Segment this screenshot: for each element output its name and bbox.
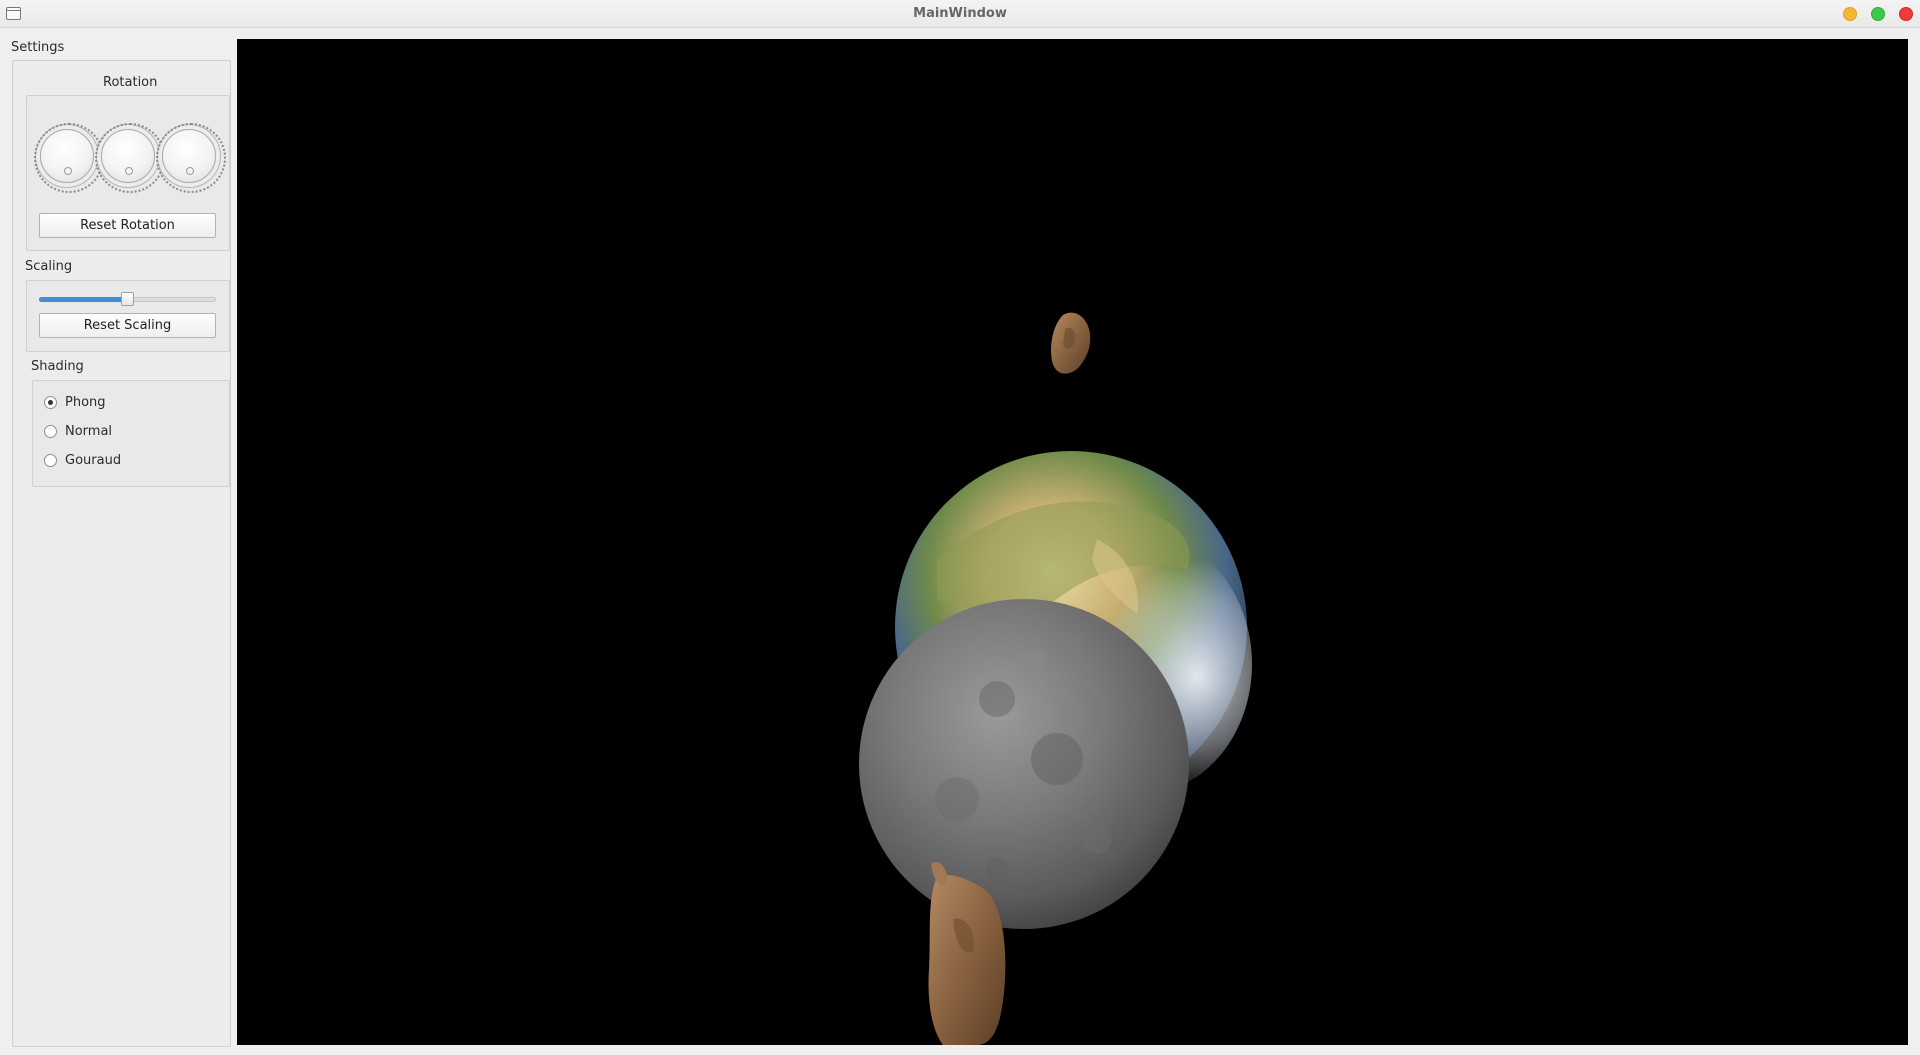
settings-title: Settings	[11, 40, 65, 55]
asteroid-small	[1051, 312, 1091, 374]
window-title: MainWindow	[913, 6, 1007, 21]
reset-rotation-button[interactable]: Reset Rotation	[39, 213, 216, 238]
gouraud-label: Gouraud	[65, 453, 122, 468]
phong-label: Phong	[65, 395, 106, 410]
z-rotation-dial[interactable]	[156, 123, 226, 193]
scaling-slider-fill	[39, 297, 128, 302]
dial-notch	[125, 167, 133, 175]
scaling-slider-handle[interactable]	[120, 292, 134, 306]
title-bar: MainWindow	[0, 0, 1920, 28]
dial-notch	[64, 167, 72, 175]
dial-notch	[186, 167, 194, 175]
x-rotation-dial[interactable]	[34, 123, 104, 193]
shading-group	[32, 380, 230, 487]
rotation-title: Rotation	[103, 75, 158, 90]
close-button[interactable]	[1899, 7, 1913, 21]
minimize-button[interactable]	[1843, 7, 1857, 21]
maximize-button[interactable]	[1871, 7, 1885, 21]
shading-title: Shading	[31, 359, 84, 374]
scaling-title: Scaling	[25, 259, 73, 274]
reset-scaling-button[interactable]: Reset Scaling	[39, 313, 216, 338]
normal-label: Normal	[65, 424, 113, 439]
phong-radio[interactable]	[44, 396, 57, 409]
y-rotation-dial[interactable]	[95, 123, 165, 193]
moon	[859, 599, 1189, 929]
normal-radio[interactable]	[44, 425, 57, 438]
scene-render	[859, 312, 1252, 1045]
gouraud-radio[interactable]	[44, 454, 57, 467]
3d-viewport[interactable]	[237, 39, 1908, 1045]
